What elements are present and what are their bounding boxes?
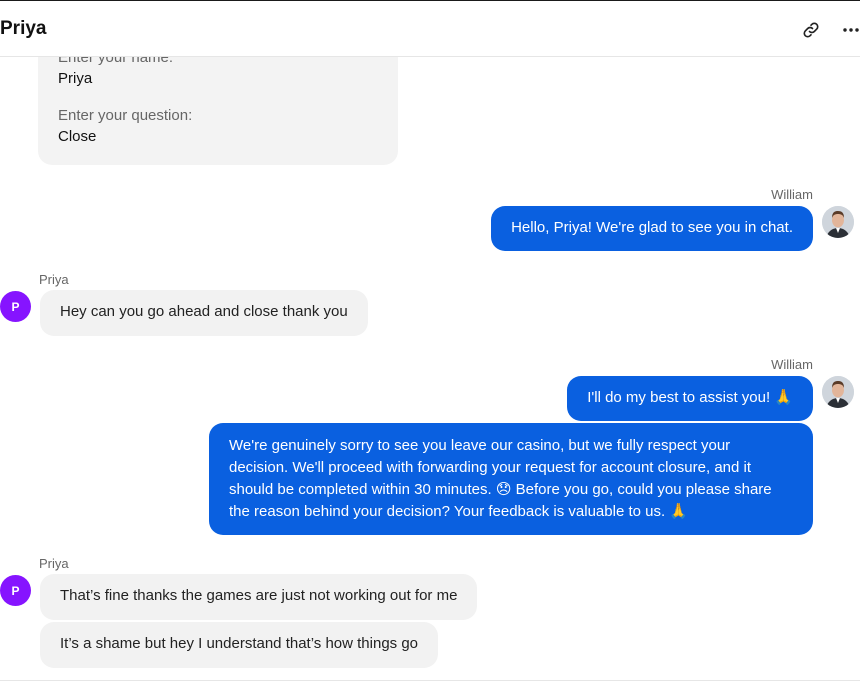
page-title: Priya [0, 18, 47, 39]
question-value: Close [58, 128, 97, 145]
agent-message: Hello, Priya! We're glad to see you in c… [491, 206, 813, 251]
agent-message: I'll do my best to assist you! 🙏 [567, 376, 813, 421]
user-avatar: P [0, 575, 31, 606]
user-message: That’s fine thanks the games are just no… [40, 574, 478, 620]
name-label: Enter your name: [58, 57, 174, 66]
user-sender-name: Priya [39, 272, 69, 287]
composer-divider [0, 680, 860, 681]
agent-sender-name: William [771, 187, 813, 202]
agent-avatar [822, 206, 854, 238]
agent-avatar [822, 376, 854, 408]
user-avatar: P [0, 291, 31, 322]
name-value: Priya [58, 70, 93, 87]
chat-header: Priya [0, 1, 860, 57]
agent-photo-icon [822, 206, 854, 238]
more-horizontal-icon [843, 28, 859, 32]
prechat-form-card: Enter your name: Priya Enter your questi… [38, 57, 398, 165]
link-icon [803, 22, 819, 38]
question-label: Enter your question: [58, 107, 193, 124]
user-message: Hey can you go ahead and close thank you [40, 290, 368, 336]
more-options-button[interactable] [838, 17, 860, 43]
copy-link-button[interactable] [798, 17, 824, 43]
chat-transcript[interactable]: Enter your name: Priya Enter your questi… [0, 57, 860, 689]
user-message: It’s a shame but hey I understand that’s… [40, 622, 439, 668]
user-sender-name: Priya [39, 556, 69, 571]
agent-sender-name: William [771, 357, 813, 372]
agent-photo-icon [822, 376, 854, 408]
agent-message: We're genuinely sorry to see you leave o… [209, 423, 813, 535]
